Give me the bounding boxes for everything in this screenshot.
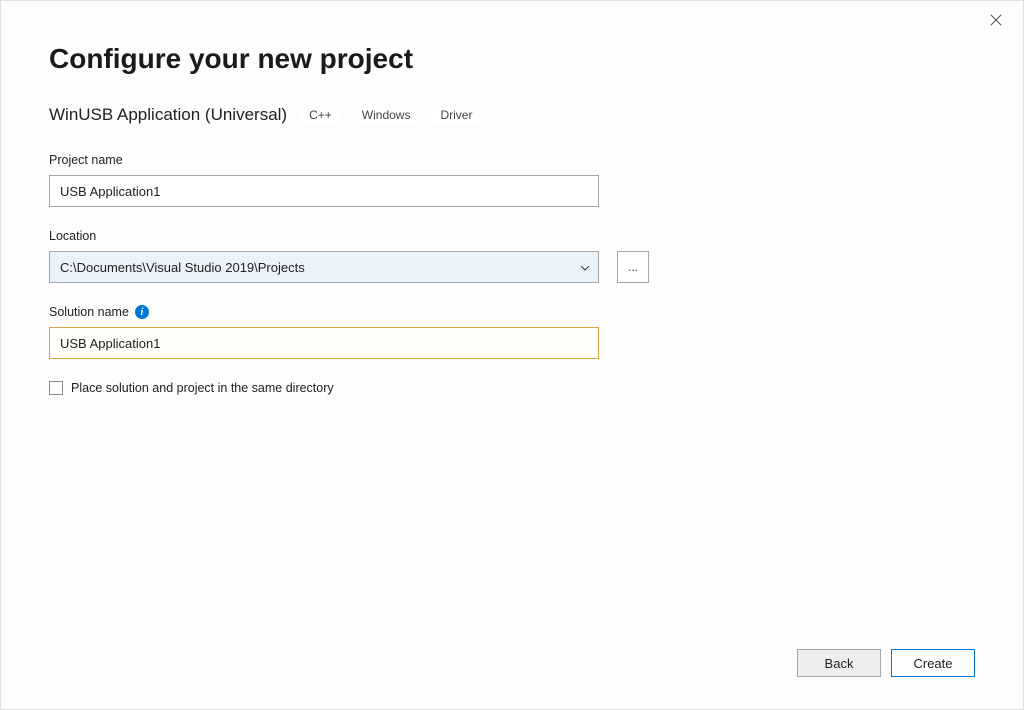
tag-windows: Windows	[354, 106, 419, 124]
info-icon[interactable]: i	[135, 305, 149, 319]
close-icon[interactable]	[989, 13, 1005, 29]
solution-name-label: Solution name i	[49, 305, 975, 319]
page-title: Configure your new project	[49, 43, 975, 75]
same-directory-label: Place solution and project in the same d…	[71, 381, 334, 395]
project-name-label: Project name	[49, 153, 975, 167]
solution-name-label-text: Solution name	[49, 305, 129, 319]
location-input[interactable]	[49, 251, 599, 283]
template-name: WinUSB Application (Universal)	[49, 105, 287, 125]
create-button[interactable]: Create	[891, 649, 975, 677]
location-label: Location	[49, 229, 975, 243]
template-row: WinUSB Application (Universal) C++ Windo…	[49, 105, 975, 125]
solution-name-input[interactable]	[49, 327, 599, 359]
project-name-input[interactable]	[49, 175, 599, 207]
browse-button[interactable]: ...	[617, 251, 649, 283]
tag-cpp: C++	[301, 106, 340, 124]
back-button[interactable]: Back	[797, 649, 881, 677]
same-directory-checkbox[interactable]	[49, 381, 63, 395]
tag-driver: Driver	[432, 106, 480, 124]
